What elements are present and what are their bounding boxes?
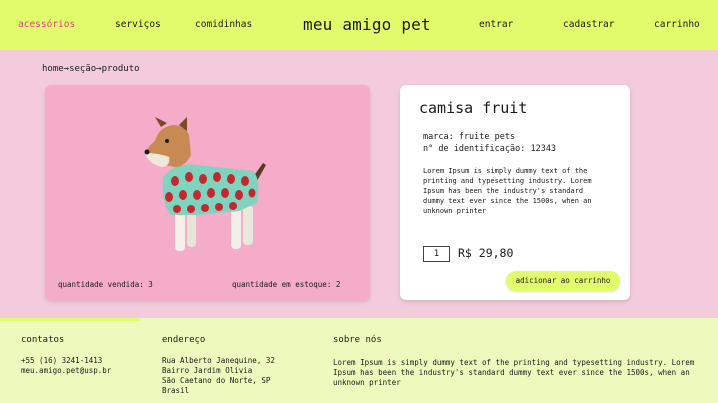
nav-link-accessories[interactable]: acessórios [18, 19, 75, 30]
nav-link-cart[interactable]: carrinho [654, 19, 700, 30]
breadcrumb[interactable]: home→seção→produto [42, 64, 140, 74]
footer-contacts: +55 (16) 3241-1413 meu.amigo.pet@usp.br [21, 356, 111, 376]
quantity-in-stock: quantidade em estoque: 2 [232, 280, 341, 289]
footer-address-line: Bairro Jardim Olivia [162, 366, 253, 375]
product-image-card: quantidade vendida: 3 quantidade em esto… [45, 85, 370, 300]
footer-email[interactable]: meu.amigo.pet@usp.br [21, 366, 111, 376]
product-brand: marca: fruite pets [423, 132, 516, 142]
footer-address-line: Rua Alberto Janequine, 32 [162, 356, 275, 365]
footer-address-title: endereço [162, 335, 206, 345]
footer-accent-bar [0, 318, 140, 321]
nav-link-services[interactable]: serviços [115, 19, 161, 30]
quantity-input[interactable]: 1 [423, 246, 450, 262]
add-to-cart-button[interactable]: adicionar ao carrinho [506, 271, 620, 291]
top-navbar: acessórios serviços comidinhas meu amigo… [0, 0, 718, 50]
footer-contacts-title: contatos [21, 335, 65, 345]
product-detail-card: camisa fruit marca: fruite pets n° de id… [400, 85, 630, 300]
product-description: Lorem Ipsum is simply dummy text of the … [423, 167, 592, 215]
dog-product-image [144, 117, 266, 251]
footer-address-line: Brasil [162, 386, 190, 395]
quantity-sold: quantidade vendida: 3 [58, 280, 153, 289]
site-logo[interactable]: meu amigo pet [303, 15, 431, 34]
product-title: camisa fruit [419, 99, 528, 117]
product-price: R$ 29,80 [458, 246, 514, 260]
footer-phone[interactable]: +55 (16) 3241-1413 [21, 356, 111, 366]
footer-about-text: Lorem Ipsum is simply dummy text of the … [333, 358, 695, 387]
footer-address: Rua Alberto Janequine, 32 Bairro Jardim … [162, 356, 275, 396]
nav-link-food[interactable]: comidinhas [195, 19, 252, 30]
product-id: n° de identificação: 12343 [423, 144, 557, 154]
site-footer: contatos +55 (16) 3241-1413 meu.amigo.pe… [0, 318, 718, 403]
footer-address-line: São Caetano do Norte, SP [162, 376, 271, 385]
nav-link-register[interactable]: cadastrar [563, 19, 614, 30]
nav-link-login[interactable]: entrar [479, 19, 513, 30]
footer-about-title: sobre nós [333, 335, 382, 345]
